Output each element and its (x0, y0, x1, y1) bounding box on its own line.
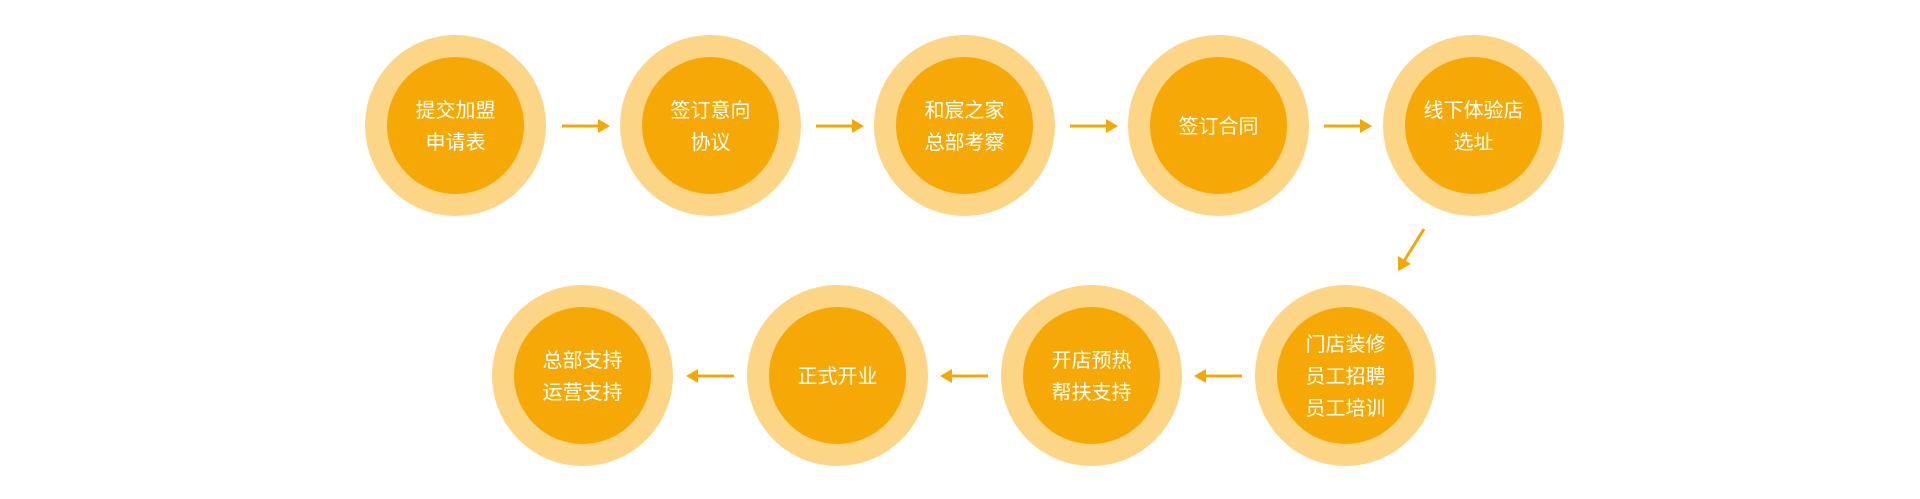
arrow-right-icon (1324, 119, 1372, 133)
step-9-line-2: 运营支持 (542, 379, 623, 404)
step-3-line-1: 和宸之家 (924, 97, 1005, 122)
step-1-line-2: 申请表 (425, 129, 486, 154)
step-6-inner: 门店装修 员工招聘 员工培训 (1277, 307, 1414, 444)
step-9-line-1: 总部支持 (542, 347, 623, 372)
step-circle-6: 门店装修 员工招聘 员工培训 (1255, 285, 1436, 466)
step-9-inner: 总部支持 运营支持 (514, 307, 651, 444)
step-2-line-2: 协议 (690, 129, 731, 154)
step-circle-8: 正式开业 (747, 285, 928, 466)
step-6-line-3: 员工培训 (1305, 395, 1386, 420)
arrow-left-icon (686, 369, 734, 383)
step-8-inner: 正式开业 (769, 307, 906, 444)
step-7-inner: 开店预热 帮扶支持 (1023, 307, 1160, 444)
step-circle-5: 线下体验店 选址 (1383, 35, 1564, 216)
step-circle-4: 签订合同 (1128, 35, 1309, 216)
step-circle-1: 提交加盟 申请表 (365, 35, 546, 216)
arrow-right-icon (816, 119, 864, 133)
step-5-inner: 线下体验店 选址 (1405, 57, 1542, 194)
step-1-line-1: 提交加盟 (415, 97, 496, 122)
step-5-line-2: 选址 (1453, 129, 1494, 154)
arrow-left-icon (1194, 369, 1242, 383)
step-circle-2: 签订意向 协议 (620, 35, 801, 216)
step-circle-3: 和宸之家 总部考察 (874, 35, 1055, 216)
step-3-line-2: 总部考察 (924, 129, 1005, 154)
step-7-line-1: 开店预热 (1051, 347, 1132, 372)
step-circle-7: 开店预热 帮扶支持 (1001, 285, 1182, 466)
step-4-line-1: 签订合同 (1178, 113, 1259, 138)
step-4-inner: 签订合同 (1150, 57, 1287, 194)
step-1-inner: 提交加盟 申请表 (387, 57, 524, 194)
step-2-line-1: 签订意向 (670, 97, 751, 122)
arrow-right-icon (1070, 119, 1118, 133)
step-7-line-2: 帮扶支持 (1051, 379, 1132, 404)
step-3-inner: 和宸之家 总部考察 (896, 57, 1033, 194)
arrow-left-icon (940, 369, 988, 383)
step-6-line-2: 员工招聘 (1305, 363, 1386, 388)
step-8-line-1: 正式开业 (797, 363, 878, 388)
step-5-line-1: 线下体验店 (1423, 97, 1524, 122)
step-2-inner: 签订意向 协议 (642, 57, 779, 194)
step-6-line-1: 门店装修 (1305, 331, 1386, 356)
step-circle-9: 总部支持 运营支持 (492, 285, 673, 466)
arrow-down-left-icon (1398, 228, 1426, 271)
arrow-right-icon (562, 119, 610, 133)
